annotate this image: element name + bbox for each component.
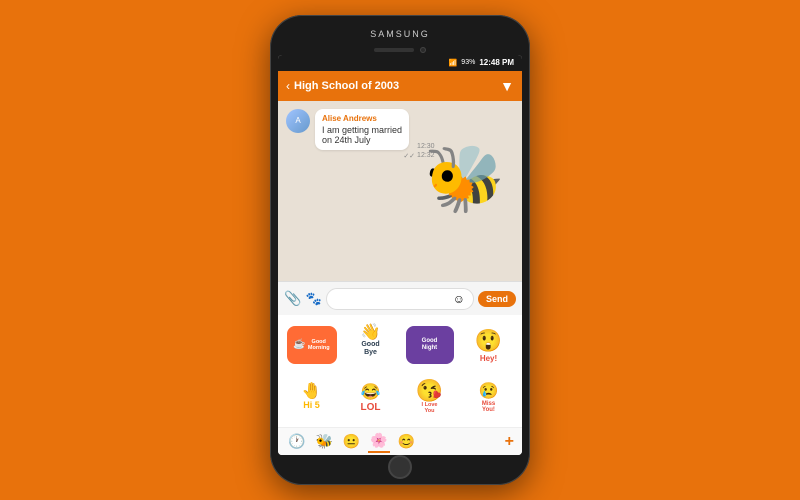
checkmark-icon: ✓✓ [403, 152, 415, 160]
sticker-good-morning[interactable]: ☕ GoodMorning [284, 321, 339, 369]
sticker-good-night[interactable]: GoodNight [402, 321, 457, 369]
chat-area: A Alise Andrews I am getting married on … [278, 101, 522, 281]
sticker-tab-bee[interactable]: 🐝 [313, 431, 334, 452]
home-button[interactable] [388, 455, 412, 479]
avatar: A [286, 109, 310, 133]
sticker-iloveyou[interactable]: 😘 I LoveYou [402, 373, 457, 421]
bee-emoji: 🐝 [424, 142, 505, 215]
phone-camera-area [374, 47, 426, 53]
emoji-icon[interactable]: ☺ [453, 292, 465, 306]
chat-header-left: ‹ High School of 2003 [286, 79, 399, 93]
chat-title: High School of 2003 [294, 80, 399, 92]
message-content: Alise Andrews I am getting married on 24… [315, 109, 435, 160]
sticker-lol[interactable]: 😂 LOL [343, 373, 398, 421]
samsung-logo: SAMSUNG [370, 29, 430, 39]
sticker-tabs: 🕐 🐝 😐 🌸 😊 + [278, 427, 522, 455]
add-sticker-button[interactable]: + [505, 433, 514, 451]
message-status-row: ✓✓ 12:32 [315, 152, 435, 160]
chat-header: ‹ High School of 2003 ▼ [278, 71, 522, 101]
phone-bottom [388, 459, 412, 475]
sticker-tab-clock[interactable]: 🕐 [286, 431, 307, 452]
sticker-tab-smile[interactable]: 😊 [396, 431, 417, 452]
sticker-hi5[interactable]: 🤚 Hi 5 [284, 373, 339, 421]
back-button[interactable]: ‹ [286, 79, 290, 93]
message-text: I am getting married on 24th July [322, 125, 402, 145]
sticker-goodbye[interactable]: 👋 GoodBye [343, 321, 398, 369]
bee-sticker: 🐝 [424, 146, 514, 236]
phone-screen: 📶 93% 12:48 PM ‹ High School of 2003 ▼ A… [278, 55, 522, 455]
send-button[interactable]: Send [478, 291, 516, 307]
text-input-field[interactable]: ☺ [326, 288, 474, 310]
sticker-grid: ☕ GoodMorning 👋 GoodBye GoodNight [278, 315, 522, 427]
input-bar: 📎 🐾 ☺ Send [278, 281, 522, 315]
attach-icon[interactable]: 📎 [284, 290, 301, 307]
dropdown-icon[interactable]: ▼ [500, 78, 514, 94]
sticker-tab-flower[interactable]: 🌸 [368, 430, 389, 453]
status-bar: 📶 93% 12:48 PM [278, 55, 522, 71]
message-bubble: Alise Andrews I am getting married on 24… [315, 109, 409, 150]
sticker-missyou[interactable]: 😢 MissYou! [461, 373, 516, 421]
speaker-grille [374, 48, 414, 52]
battery-indicator: 93% [461, 59, 475, 66]
front-camera [420, 47, 426, 53]
phone-top-bar: SAMSUNG [278, 25, 522, 43]
time-display: 12:48 PM [479, 58, 514, 67]
message-row: Alise Andrews I am getting married on 24… [315, 109, 435, 150]
sticker-panel: ☕ GoodMorning 👋 GoodBye GoodNight [278, 315, 522, 455]
sticker-tab-face[interactable]: 😐 [341, 431, 362, 452]
signal-icon: 📶 [449, 59, 458, 67]
sticker-icon[interactable]: 🐾 [305, 291, 321, 307]
phone-outer: SAMSUNG 📶 93% 12:48 PM ‹ High School of … [270, 15, 530, 485]
message-sender: Alise Andrews [322, 114, 402, 123]
sticker-hey[interactable]: 😲 Hey! [461, 321, 516, 369]
